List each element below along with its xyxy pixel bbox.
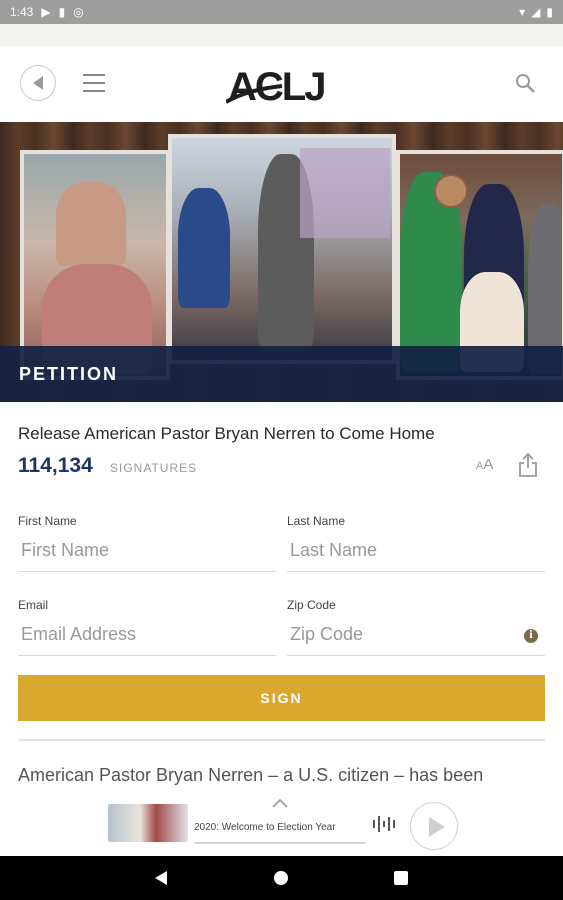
hero-banner: PETITION — [0, 122, 563, 402]
logo-text: ACLJ — [228, 65, 324, 104]
status-time: 1:43 — [10, 5, 34, 19]
email-field: Email — [18, 598, 276, 656]
zip-code-label: Zip Code — [287, 598, 336, 612]
nav-recents-icon[interactable] — [394, 871, 408, 885]
episode-title[interactable]: 2020: Welcome to Election Year — [194, 822, 336, 833]
share-icon[interactable] — [518, 452, 538, 478]
last-name-label: Last Name — [287, 514, 346, 528]
photo-pastor-speaking — [168, 134, 396, 364]
battery-icon: ▮ — [546, 5, 553, 19]
email-label: Email — [18, 598, 49, 612]
menu-icon-line — [83, 74, 105, 76]
nav-home-icon[interactable] — [274, 871, 288, 885]
last-name-field: Last Name — [287, 514, 545, 572]
font-size-large-glyph: A — [483, 456, 494, 473]
play-icon — [429, 817, 445, 837]
play-store-icon: ▶ — [41, 5, 51, 19]
signature-count: 114,134 — [18, 454, 93, 477]
petition-band: PETITION — [0, 346, 563, 402]
first-name-label: First Name — [18, 514, 77, 528]
sd-card-icon: ▮ — [58, 5, 66, 19]
back-button[interactable] — [20, 65, 56, 101]
system-nav-bar — [0, 856, 563, 900]
top-strip — [0, 24, 563, 46]
audio-waveform-icon — [373, 816, 395, 832]
font-size-button[interactable]: AA — [476, 456, 493, 473]
sync-icon: ◎ — [73, 5, 84, 19]
first-name-field: First Name — [18, 514, 276, 572]
email-input[interactable] — [18, 620, 276, 656]
zip-code-field: Zip Code — [287, 598, 545, 656]
wifi-icon: ▾ — [519, 5, 526, 19]
app-header: ACLJ — [0, 46, 563, 122]
aclj-logo[interactable]: ACLJ — [226, 64, 340, 104]
info-icon[interactable]: i — [524, 629, 538, 643]
signature-label: SIGNATURES — [110, 461, 198, 475]
menu-icon-line — [83, 82, 105, 84]
signal-icon: ◢ — [531, 5, 541, 19]
status-bar: 1:43 ▶ ▮ ◎ ▾ ◢ ▮ — [0, 0, 563, 24]
menu-button[interactable] — [83, 74, 105, 92]
nav-back-icon[interactable] — [154, 870, 168, 886]
sign-button[interactable]: SIGN — [18, 675, 545, 721]
first-name-input[interactable] — [18, 536, 276, 572]
episode-progress-bar[interactable] — [194, 842, 366, 844]
zip-code-input[interactable] — [287, 620, 545, 656]
last-name-input[interactable] — [287, 536, 545, 572]
mini-player: 2020: Welcome to Election Year — [0, 790, 563, 856]
episode-thumbnail[interactable] — [108, 804, 188, 842]
play-button[interactable] — [410, 802, 458, 850]
search-icon[interactable] — [514, 72, 536, 94]
petition-label: PETITION — [19, 364, 119, 384]
divider — [18, 739, 545, 741]
back-arrow-icon — [33, 76, 43, 90]
chevron-up-icon[interactable] — [272, 798, 288, 808]
petition-title: Release American Pastor Bryan Nerren to … — [18, 424, 435, 443]
menu-icon-line — [83, 90, 105, 92]
